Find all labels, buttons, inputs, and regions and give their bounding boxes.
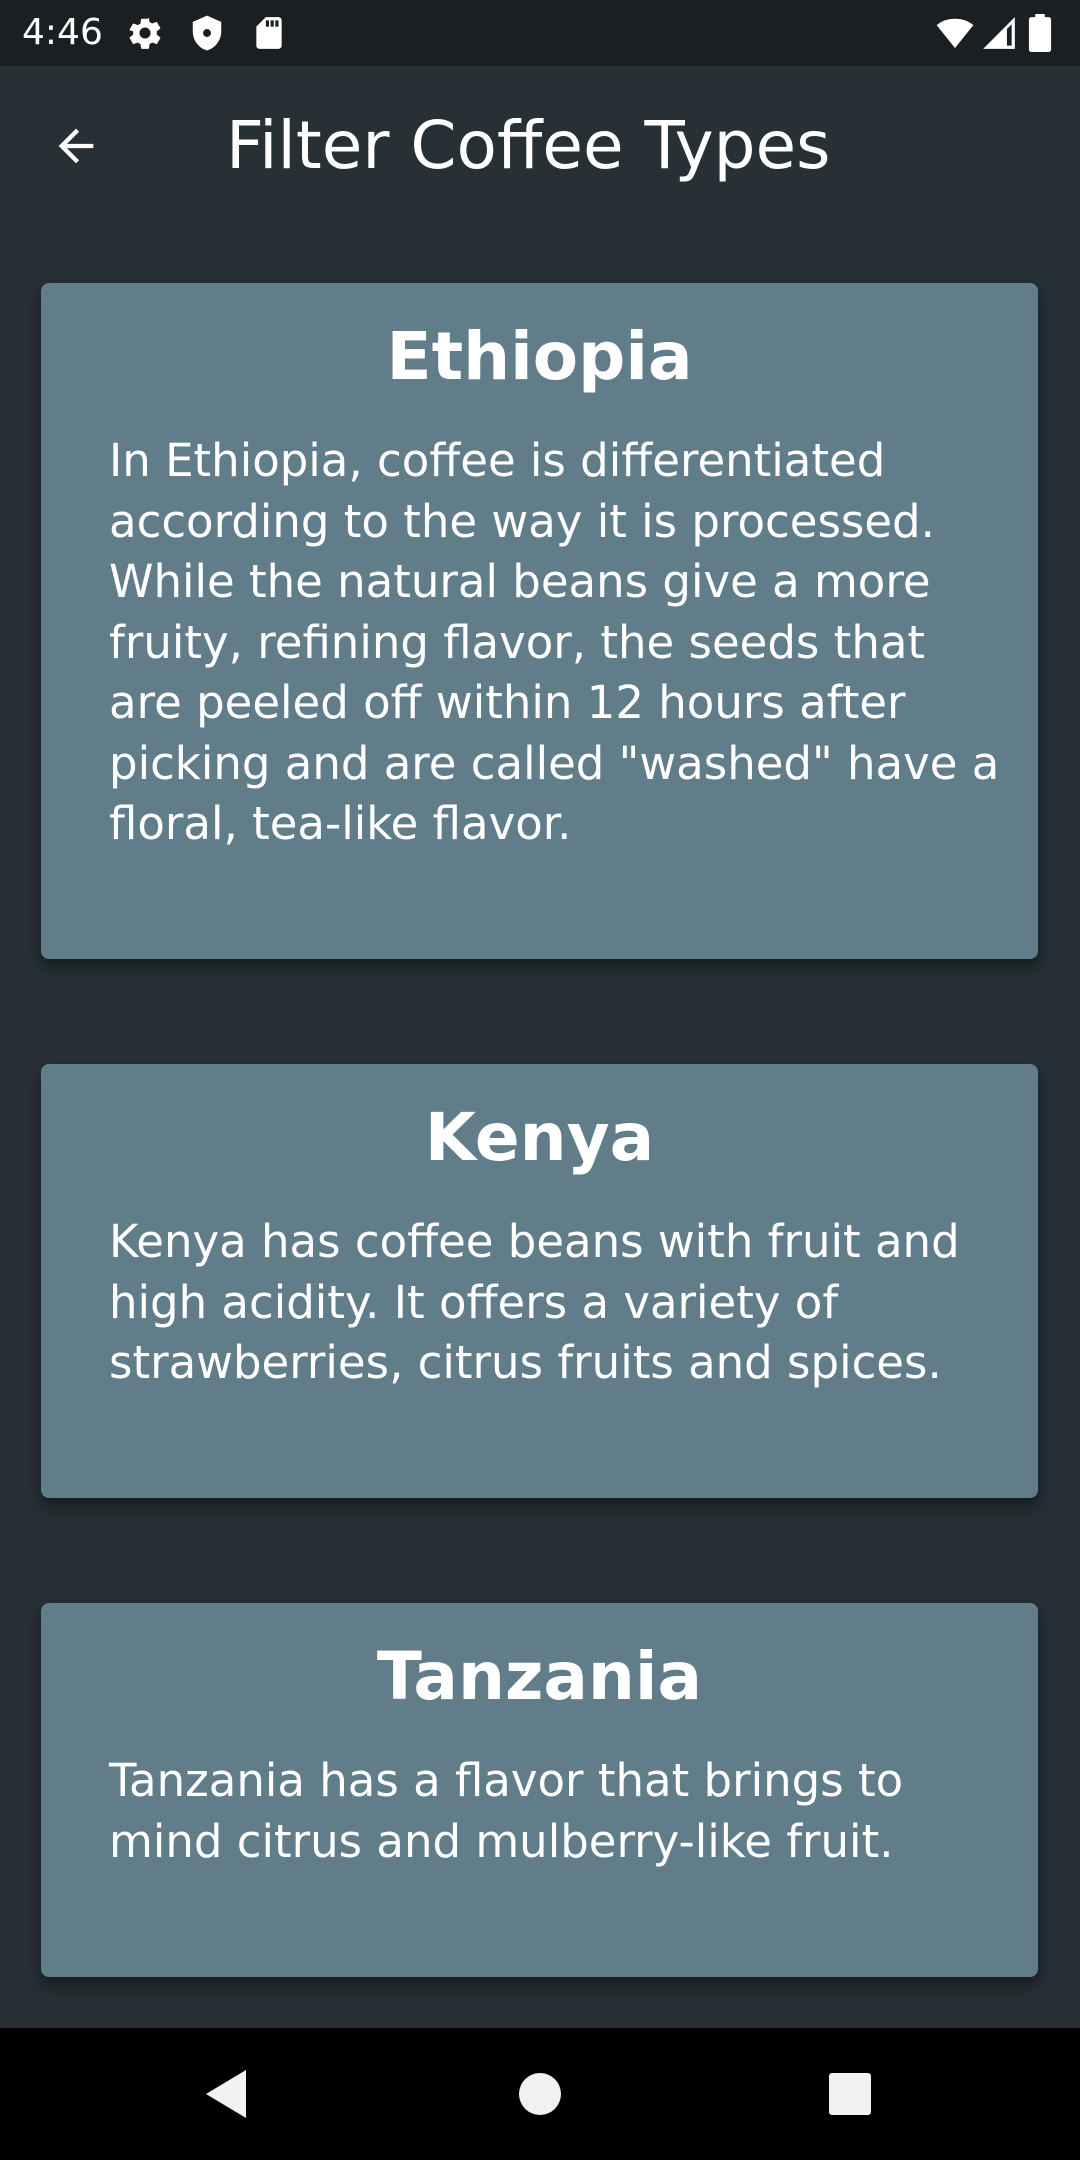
app-bar: Filter Coffee Types <box>0 66 1080 222</box>
status-time: 4:46 <box>22 12 103 53</box>
coffee-card-tanzania[interactable]: Tanzania Tanzania has a flavor that brin… <box>41 1603 1038 1977</box>
card-title: Tanzania <box>376 1638 703 1715</box>
status-bar: 4:46 <box>0 0 1080 66</box>
coffee-card-ethiopia[interactable]: Ethiopia In Ethiopia, coffee is differen… <box>41 283 1038 959</box>
recents-square-icon <box>829 2073 871 2115</box>
page-title: Filter Coffee Types <box>226 107 831 184</box>
card-title: Kenya <box>424 1099 655 1176</box>
card-title: Ethiopia <box>386 318 693 395</box>
back-button[interactable] <box>36 106 116 186</box>
arrow-left-icon <box>58 128 94 164</box>
sd-card-icon <box>250 14 288 52</box>
home-circle-icon <box>519 2073 561 2115</box>
wifi-icon <box>936 14 974 52</box>
battery-icon <box>1024 14 1056 52</box>
back-triangle-icon <box>206 2070 246 2118</box>
screen: 4:46 Filter Coffee Types Ethiopia In Eth… <box>0 0 1080 2160</box>
coffee-list[interactable]: Ethiopia In Ethiopia, coffee is differen… <box>0 222 1080 2028</box>
nav-back-button[interactable] <box>190 2058 262 2130</box>
card-description: Tanzania has a flavor that brings to min… <box>109 1754 904 1868</box>
card-description: Kenya has coffee beans with fruit and hi… <box>109 1215 960 1389</box>
gear-icon <box>126 14 164 52</box>
card-description: In Ethiopia, coffee is differentiated ac… <box>109 434 1000 850</box>
shield-icon <box>188 14 226 52</box>
coffee-card-kenya[interactable]: Kenya Kenya has coffee beans with fruit … <box>41 1064 1038 1498</box>
signal-icon <box>980 14 1018 52</box>
navigation-bar <box>0 2028 1080 2160</box>
nav-home-button[interactable] <box>504 2058 576 2130</box>
nav-recents-button[interactable] <box>814 2058 886 2130</box>
